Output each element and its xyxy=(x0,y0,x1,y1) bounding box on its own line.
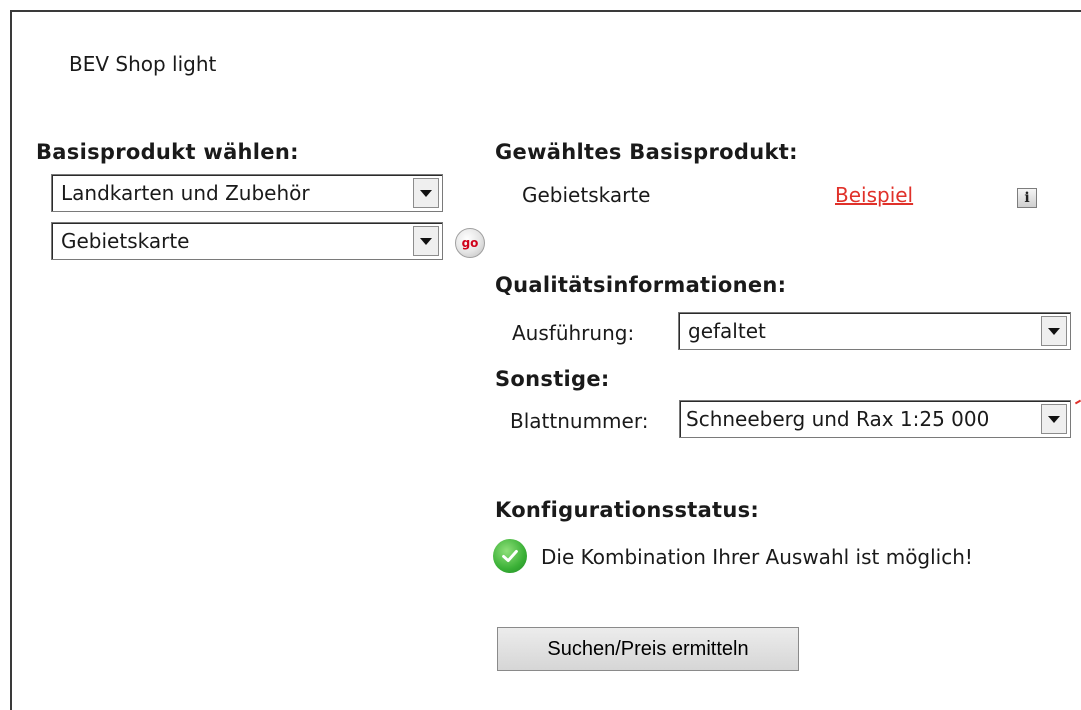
app-frame xyxy=(10,10,1081,710)
basisprodukt-heading: Basisprodukt wählen: xyxy=(36,140,299,164)
sonstige-heading: Sonstige: xyxy=(495,367,610,391)
status-message: Die Kombination Ihrer Auswahl ist möglic… xyxy=(541,545,973,569)
chevron-down-icon[interactable] xyxy=(413,226,439,256)
example-link[interactable]: Beispiel xyxy=(835,183,913,207)
chevron-down-icon[interactable] xyxy=(1041,404,1067,434)
status-heading: Konfigurationsstatus: xyxy=(495,498,760,522)
category-select-value: Landkarten und Zubehör xyxy=(61,181,310,205)
info-glyph: i xyxy=(1024,190,1030,206)
product-select-value: Gebietskarte xyxy=(61,229,190,253)
ausfuehrung-label: Ausführung: xyxy=(512,321,635,345)
blattnummer-select[interactable]: Schneeberg und Rax 1:25 000 xyxy=(679,400,1071,438)
category-select[interactable]: Landkarten und Zubehör xyxy=(51,174,443,212)
product-select[interactable]: Gebietskarte xyxy=(51,222,443,260)
search-price-button[interactable]: Suchen/Preis ermitteln xyxy=(497,627,799,671)
info-icon[interactable]: i xyxy=(1017,188,1037,208)
blattnummer-select-value: Schneeberg und Rax 1:25 000 xyxy=(686,407,990,431)
chevron-down-icon[interactable] xyxy=(413,178,439,208)
quality-heading: Qualitätsinformationen: xyxy=(495,273,787,297)
go-button-icon[interactable]: go xyxy=(455,228,485,258)
go-label: go xyxy=(461,236,479,250)
ausfuehrung-select[interactable]: gefaltet xyxy=(678,312,1071,350)
chevron-down-icon[interactable] xyxy=(1041,316,1067,346)
selected-product-heading: Gewähltes Basisprodukt: xyxy=(495,140,798,164)
ausfuehrung-select-value: gefaltet xyxy=(688,319,766,343)
selected-product-name: Gebietskarte xyxy=(522,183,651,207)
app-title: BEV Shop light xyxy=(69,52,217,76)
check-icon xyxy=(493,539,527,573)
blattnummer-label: Blattnummer: xyxy=(510,409,649,433)
